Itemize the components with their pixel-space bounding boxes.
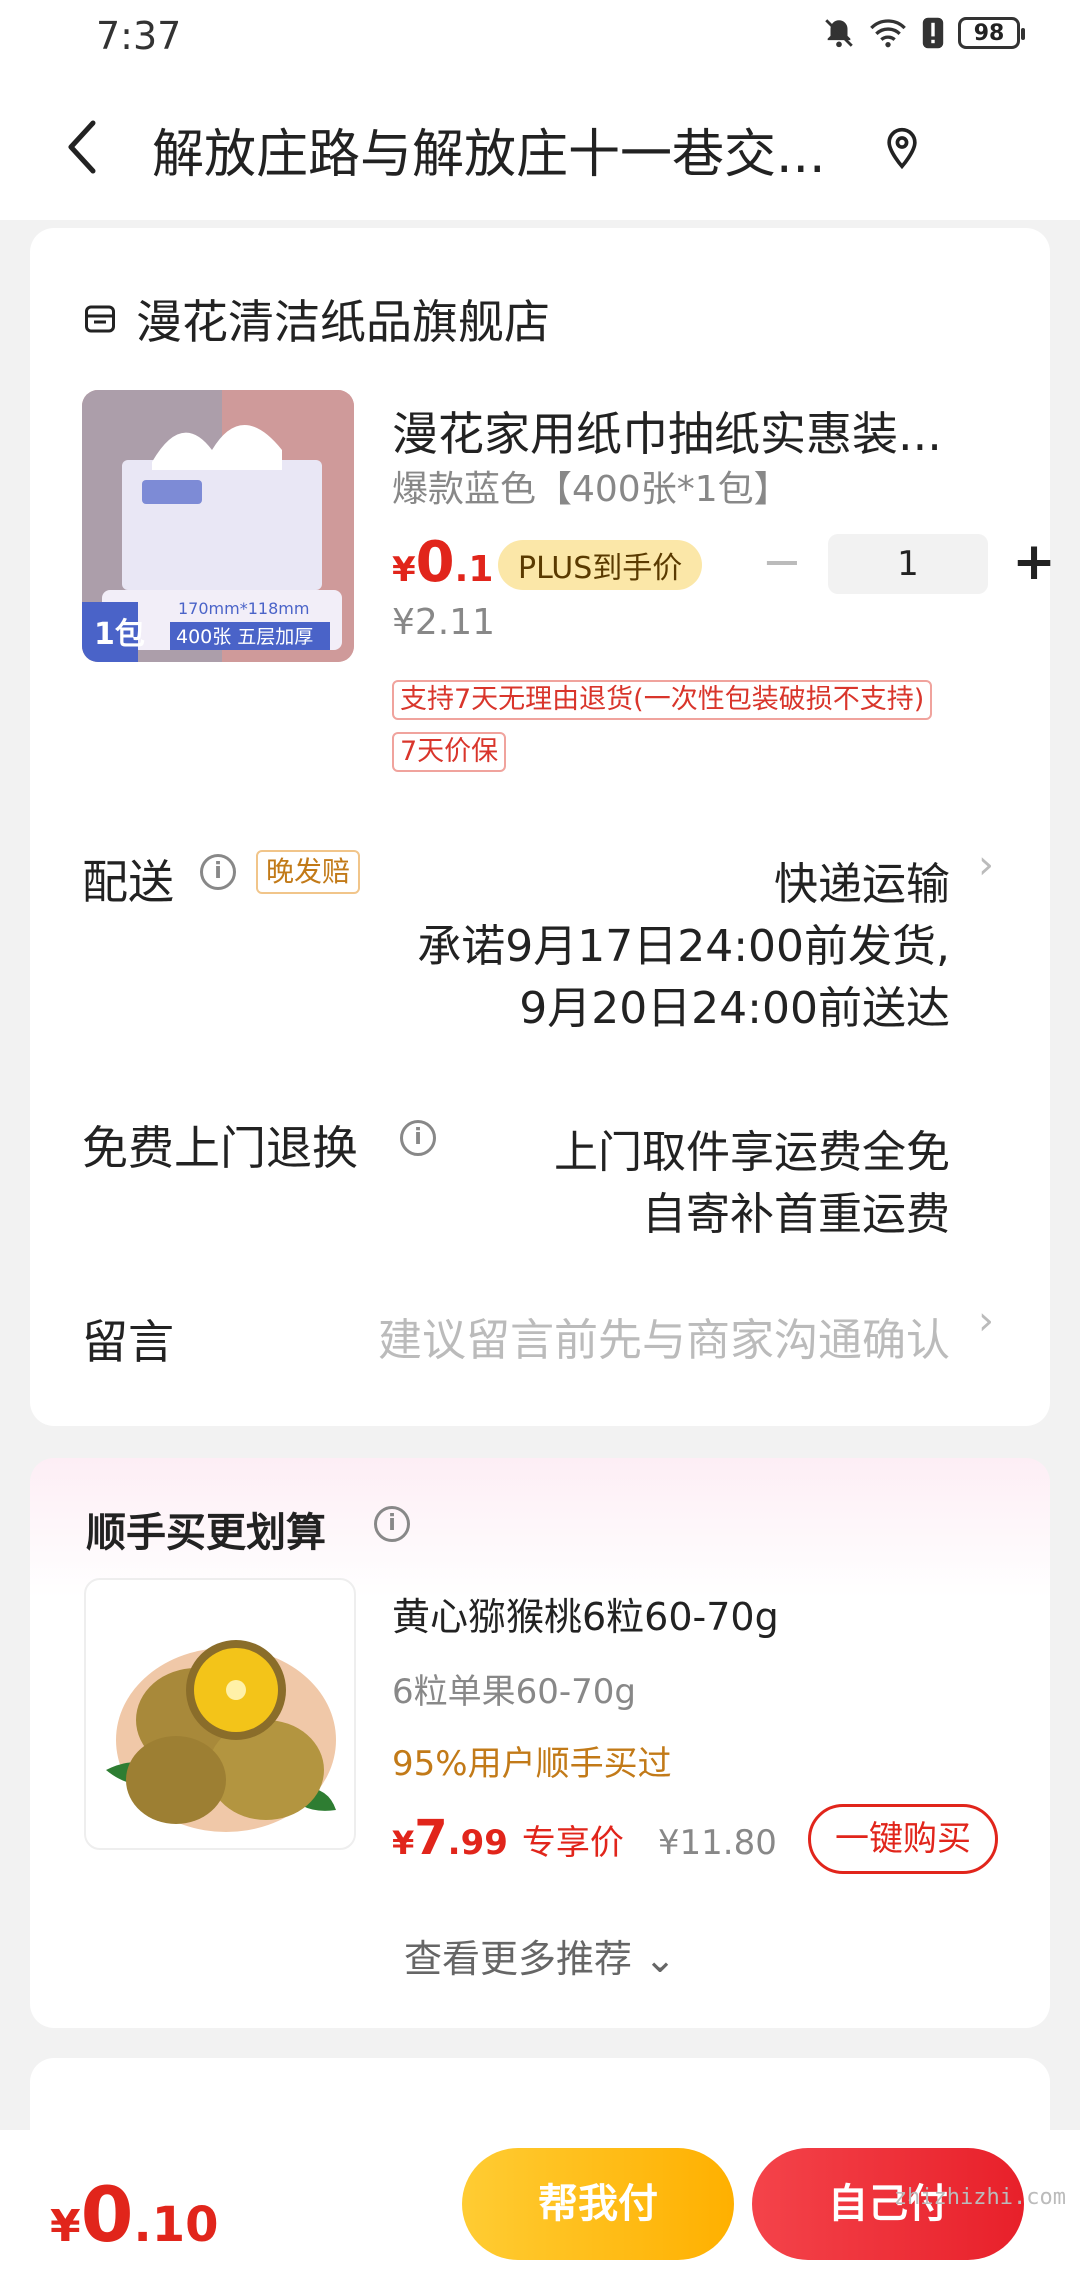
price-protect-tag: 7天价保: [392, 732, 507, 772]
delivery-label: 配送: [82, 855, 174, 909]
message-chevron-icon[interactable]: ›: [978, 1298, 994, 1344]
total-integer: 0: [80, 2170, 134, 2259]
order-card: 漫花清洁纸品旗舰店 1包 170mm*118mm 400张 五层加厚 漫花家用纸…: [30, 228, 1056, 1426]
shop-name: 漫花清洁纸品旗舰店: [136, 295, 550, 349]
recommend-original-price: ¥11.80: [657, 1823, 777, 1863]
return-service-label: 免费上门退换: [82, 1121, 358, 1175]
back-arrow-icon: [68, 120, 96, 174]
product-image-size: 170mm*118mm: [178, 599, 309, 618]
watermark: zhizhizhi.com: [893, 2185, 1066, 2210]
original-price: ¥2.11: [392, 602, 496, 643]
back-button[interactable]: [52, 112, 112, 182]
battery-level: 98: [973, 20, 1005, 46]
return-service-line2: 自寄补首重运费: [642, 1189, 950, 1240]
location-pin-icon[interactable]: [880, 126, 924, 170]
recommend-info-icon[interactable]: i: [374, 1506, 410, 1542]
recommend-price: ¥ 7 .99 专享价 ¥11.80: [392, 1810, 777, 1866]
wifi-icon: [870, 19, 906, 48]
recommend-card: 顺手买更划算 i 黄心猕猴桃6粒60-70g 6粒单果60-70g 95%用户顺…: [30, 1458, 1050, 2028]
increase-button[interactable]: +: [1002, 534, 1066, 594]
plus-price-tag: PLUS到手价: [498, 540, 703, 590]
total-currency: ¥: [50, 2201, 81, 2252]
alert-icon: [922, 17, 944, 49]
status-icons: 98: [822, 16, 1025, 50]
product-title[interactable]: 漫花家用纸巾抽纸实惠装...: [392, 398, 942, 464]
price-currency: ¥: [392, 550, 416, 590]
status-bar: 7:37 98: [0, 0, 1080, 72]
decrease-button[interactable]: −: [750, 534, 814, 594]
product-image-pack: 1包: [94, 617, 145, 652]
recommend-exclusive-label: 专享价: [521, 1823, 624, 1863]
delivery-ship-promise: 承诺9月17日24:00前发货,: [417, 921, 950, 972]
address-title[interactable]: 解放庄路与解放庄十一巷交...: [152, 112, 826, 187]
shop-row[interactable]: 漫花清洁纸品旗舰店: [82, 286, 550, 352]
product-price: ¥ 0 .1: [392, 530, 493, 595]
recommend-price-integer: 7: [414, 1810, 448, 1866]
recommend-item-hint: 95%用户顺手买过: [392, 1744, 672, 1784]
price-integer: 0: [415, 530, 455, 595]
mute-bell-icon: [825, 19, 853, 48]
status-time: 7:37: [96, 14, 182, 58]
store-icon: [85, 305, 115, 333]
recommend-price-currency: ¥: [392, 1824, 415, 1862]
price-decimal: .1: [454, 549, 494, 590]
message-label: 留言: [82, 1315, 174, 1369]
quantity-input[interactable]: 1: [828, 534, 988, 594]
late-compensation-tag: 晚发赔: [256, 850, 361, 894]
delivery-chevron-icon[interactable]: ›: [978, 842, 994, 888]
recommend-price-decimal: .99: [447, 1823, 508, 1863]
header: 解放庄路与解放庄十一巷交...: [0, 72, 1080, 220]
battery-icon: 98: [958, 17, 1025, 49]
recommend-item-spec: 6粒单果60-70g: [392, 1672, 637, 1712]
recommend-title: 顺手买更划算: [86, 1510, 326, 1556]
return-info-icon[interactable]: i: [400, 1120, 436, 1156]
one-click-buy-button[interactable]: 一键购买: [808, 1804, 998, 1874]
product-image-count: 400张 五层加厚: [176, 626, 313, 648]
recommend-image[interactable]: [84, 1578, 356, 1850]
total-decimal: .10: [133, 2197, 219, 2253]
delivery-arrive-promise: 9月20日24:00前送达: [519, 983, 950, 1034]
total-price: ¥ 0 .10: [50, 2170, 219, 2259]
product-image[interactable]: 1包 170mm*118mm 400张 五层加厚: [82, 390, 354, 662]
more-recommendations-link[interactable]: 查看更多推荐 ⌄: [30, 1928, 1050, 1983]
return-service-line1: 上门取件享运费全免: [554, 1127, 950, 1178]
delivery-method[interactable]: 快递运输: [774, 848, 950, 912]
help-pay-button[interactable]: 帮我付: [462, 2148, 734, 2260]
product-spec[interactable]: 爆款蓝色【400张*1包】: [392, 460, 790, 512]
recommend-item-name[interactable]: 黄心猕猴桃6粒60-70g: [392, 1586, 779, 1641]
delivery-info-icon[interactable]: i: [200, 854, 236, 890]
message-input[interactable]: 建议留言前先与商家沟通确认: [378, 1304, 950, 1368]
return-policy-tag: 支持7天无理由退货(一次性包装破损不支持): [392, 680, 933, 720]
quantity-stepper: − 1 +: [750, 534, 1066, 594]
